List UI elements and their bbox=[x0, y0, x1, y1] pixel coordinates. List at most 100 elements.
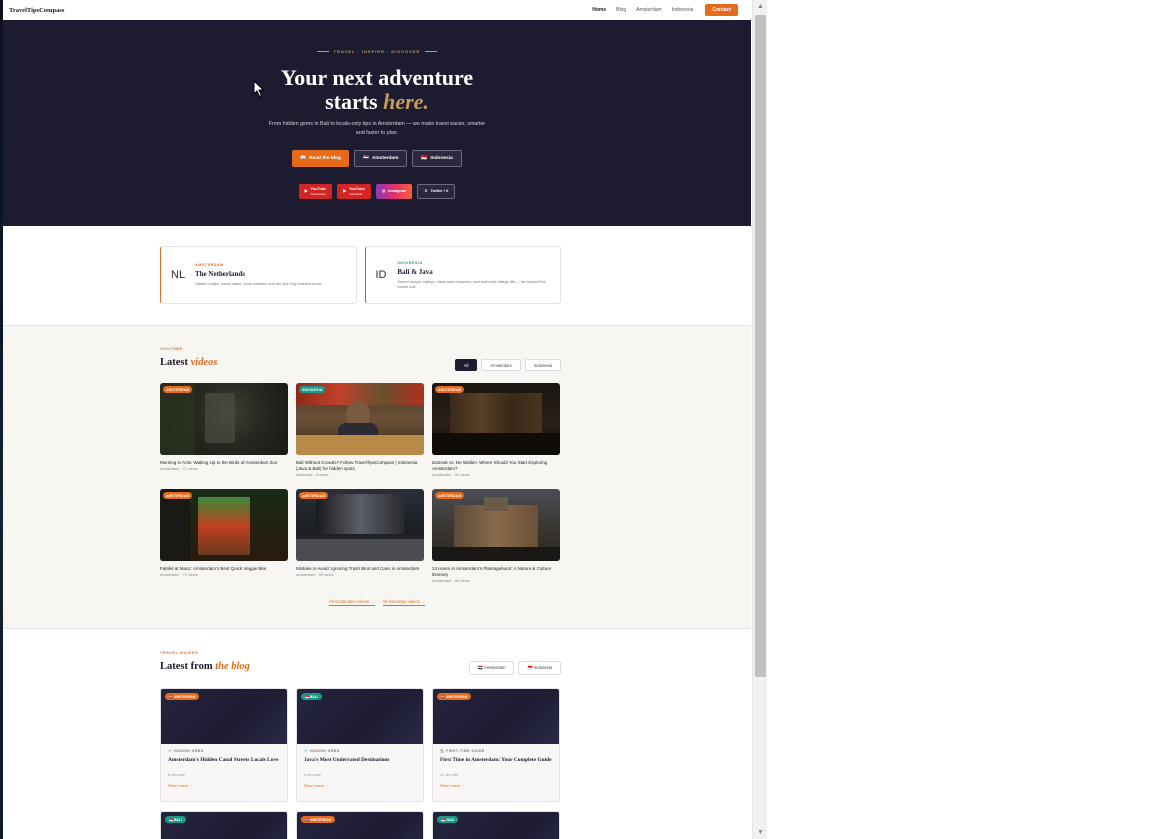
blog-card[interactable]: 🇳🇱 AMSTERDAM 💎 HIDDEN GEMS Amsterdam's H… bbox=[160, 688, 288, 802]
videos-eyebrow: YOUTUBE bbox=[160, 347, 183, 351]
blog-badge: 🇮🇩 JAVA bbox=[437, 816, 459, 823]
blog-filter-indonesia[interactable]: 🇮🇩 Indonesia bbox=[518, 661, 561, 675]
social-label: Instagram bbox=[388, 189, 407, 194]
nav-indonesia[interactable]: Indonesia bbox=[672, 7, 694, 13]
hero-cta-row: 📖 Read the blog 🇳🇱 Amsterdam 🇮🇩 Indonesia bbox=[3, 150, 751, 167]
youtube-amsterdam-link[interactable]: ▶ YouTube Amsterdam bbox=[298, 184, 333, 199]
mouse-cursor-icon bbox=[253, 80, 265, 98]
contact-button[interactable]: Contact bbox=[705, 4, 738, 16]
video-title[interactable]: Falafel at Maoz: Amsterdam's Best Quick … bbox=[160, 566, 288, 572]
video-thumbnail[interactable]: AMSTERDAM bbox=[432, 489, 560, 561]
blog-badge: 🇳🇱 AMSTERDAM bbox=[165, 693, 200, 700]
video-meta: Amsterdam · 71 views bbox=[160, 467, 198, 471]
page-viewport: TravelTipsCompass Home Blog Amsterdam In… bbox=[3, 0, 751, 839]
all-videos-links: All Amsterdam videos → All Indonesia vid… bbox=[3, 599, 751, 606]
youtube-indonesia-link[interactable]: ▶ YouTube Indonesia bbox=[337, 184, 371, 199]
blog-body: 💎 HIDDEN GEMS Java's Most Underrated Des… bbox=[297, 744, 423, 801]
video-card[interactable]: AMSTERDAM Damrak vs. De Wallen: Where Sh… bbox=[432, 383, 560, 489]
blog-eyebrow: TRAVEL GUIDES bbox=[160, 651, 199, 655]
video-filters: All Amsterdam Indonesia bbox=[454, 359, 561, 371]
video-title[interactable]: 24 Hours in Amsterdam's Plantagebuurt: A… bbox=[432, 566, 560, 578]
blog-thumbnail: 🇳🇱 AMSTERDAM bbox=[297, 812, 423, 839]
video-title[interactable]: Bali Without Crowds? Follow TravelTipsCo… bbox=[296, 460, 424, 472]
videos-title-highlight: videos bbox=[190, 357, 218, 368]
video-badge: INDONESIA bbox=[299, 386, 326, 393]
read-blog-button[interactable]: 📖 Read the blog bbox=[292, 150, 349, 167]
blog-badge: 🇳🇱 AMSTERDAM bbox=[301, 816, 336, 823]
instagram-link[interactable]: ◎ Instagram bbox=[375, 184, 413, 199]
blog-title-text: Latest from bbox=[160, 661, 216, 672]
blog-filter-amsterdam[interactable]: 🇳🇱 Amsterdam bbox=[468, 661, 515, 675]
hero-subtitle: From hidden gems in Bali to locals-only … bbox=[268, 121, 486, 136]
all-amsterdam-videos-link[interactable]: All Amsterdam videos → bbox=[328, 599, 375, 606]
blog-title[interactable]: Amsterdam's Hidden Canal Streets Locals … bbox=[168, 757, 280, 771]
all-indonesia-videos-link[interactable]: All Indonesia videos → bbox=[382, 599, 426, 606]
video-meta: Indonesia · 8 views bbox=[296, 473, 329, 477]
video-title[interactable]: Morning in Artis: Waking Up to the Birds… bbox=[160, 460, 288, 466]
filter-indonesia[interactable]: Indonesia bbox=[524, 359, 561, 371]
hero-section: TRAVEL · INSPIRE · DISCOVER Your next ad… bbox=[3, 20, 751, 226]
amsterdam-button[interactable]: 🇳🇱 Amsterdam bbox=[353, 150, 408, 167]
top-nav: TravelTipsCompass Home Blog Amsterdam In… bbox=[3, 0, 751, 20]
vertical-scrollbar[interactable]: ▲ ▼ bbox=[752, 0, 767, 839]
filter-all[interactable]: All bbox=[454, 359, 478, 371]
scroll-down-icon[interactable]: ▼ bbox=[756, 828, 765, 837]
nav-amsterdam[interactable]: Amsterdam bbox=[636, 7, 662, 13]
video-thumbnail[interactable]: AMSTERDAM bbox=[296, 489, 424, 561]
read-more-link[interactable]: Read more → bbox=[440, 783, 552, 788]
blog-card[interactable]: 🇳🇱 AMSTERDAM bbox=[296, 811, 424, 839]
amsterdam-label: Amsterdam bbox=[371, 156, 399, 161]
country-code: ID bbox=[375, 269, 387, 281]
video-thumbnail[interactable]: AMSTERDAM bbox=[160, 383, 288, 455]
blog-card[interactable]: 🇮🇩 JAVA bbox=[432, 811, 560, 839]
blog-grid: 🇳🇱 AMSTERDAM 💎 HIDDEN GEMS Amsterdam's H… bbox=[160, 688, 561, 839]
video-thumbnail[interactable]: INDONESIA bbox=[296, 383, 424, 455]
blog-thumbnail: 🇳🇱 AMSTERDAM bbox=[161, 689, 287, 744]
video-card[interactable]: AMSTERDAM Morning in Artis: Waking Up to… bbox=[160, 383, 288, 489]
nav-blog[interactable]: Blog bbox=[616, 7, 626, 13]
blog-thumbnail: 🇳🇱 AMSTERDAM bbox=[433, 689, 559, 744]
twitter-link[interactable]: ✕ Twitter / X bbox=[417, 184, 456, 199]
video-card[interactable]: AMSTERDAM 24 Hours in Amsterdam's Planta… bbox=[432, 489, 560, 595]
video-card[interactable]: AMSTERDAM Falafel at Maoz: Amsterdam's B… bbox=[160, 489, 288, 595]
video-thumbnail[interactable]: AMSTERDAM bbox=[160, 489, 288, 561]
video-badge: AMSTERDAM bbox=[435, 492, 465, 499]
filter-amsterdam[interactable]: Amsterdam bbox=[481, 359, 521, 371]
blog-title[interactable]: Java's Most Underrated Destinations bbox=[304, 757, 416, 771]
destination-card-id[interactable]: ID INDONESIA Bali & Java Secret temple v… bbox=[364, 246, 561, 304]
video-thumbnail[interactable]: AMSTERDAM bbox=[432, 383, 560, 455]
blog-badge: 🇮🇩 BALI bbox=[165, 816, 186, 823]
video-title[interactable]: Damrak vs. De Wallen: Where Should You S… bbox=[432, 460, 560, 472]
blog-thumbnail: 🇮🇩 BALI bbox=[297, 689, 423, 744]
read-time: 8 min read bbox=[168, 773, 185, 777]
video-card[interactable]: INDONESIA Bali Without Crowds? Follow Tr… bbox=[296, 383, 424, 489]
read-blog-label: Read the blog bbox=[309, 156, 341, 161]
indonesia-button[interactable]: 🇮🇩 Indonesia bbox=[412, 150, 462, 167]
blog-card[interactable]: 🇮🇩 BALI bbox=[160, 811, 288, 839]
social-sub: Amsterdam bbox=[310, 191, 326, 196]
video-card[interactable]: AMSTERDAM Mistake to Avoid: Ignoring Tra… bbox=[296, 489, 424, 595]
blog-card[interactable]: 🇮🇩 BALI 💎 HIDDEN GEMS Java's Most Underr… bbox=[296, 688, 424, 802]
scrollbar-thumb[interactable] bbox=[755, 15, 766, 677]
hero-title-line1: Your next adventure bbox=[280, 65, 474, 90]
destination-card-nl[interactable]: NL AMSTERDAM The Netherlands Hidden hofj… bbox=[160, 246, 357, 304]
brand-logo[interactable]: TravelTipsCompass bbox=[9, 7, 64, 14]
scroll-up-icon[interactable]: ▲ bbox=[756, 2, 765, 11]
read-more-link[interactable]: Read more → bbox=[168, 783, 280, 788]
blog-body: 🏠 FIRST-TIME GUIDE First Time in Amsterd… bbox=[433, 744, 559, 801]
read-more-link[interactable]: Read more → bbox=[304, 783, 416, 788]
video-badge: AMSTERDAM bbox=[299, 492, 329, 499]
blog-category: 🏠 FIRST-TIME GUIDE bbox=[440, 749, 485, 753]
video-meta: Amsterdam · 90 views bbox=[432, 473, 470, 477]
hero-title: Your next adventure starts here. bbox=[3, 66, 751, 114]
social-label: YouTube bbox=[310, 187, 327, 192]
blog-title-highlight: the blog bbox=[215, 661, 250, 672]
hero-title-highlight: here. bbox=[383, 89, 429, 114]
social-sub: Indonesia bbox=[349, 191, 363, 196]
nav-home[interactable]: Home bbox=[592, 7, 606, 13]
video-meta: Amsterdam · 71 views bbox=[160, 573, 198, 577]
blog-title[interactable]: First Time in Amsterdam: Your Complete G… bbox=[440, 757, 552, 771]
blog-title: Latest from the blog bbox=[160, 661, 250, 672]
video-title[interactable]: Mistake to Avoid: Ignoring Trash Bins an… bbox=[296, 566, 424, 572]
blog-card[interactable]: 🇳🇱 AMSTERDAM 🏠 FIRST-TIME GUIDE First Ti… bbox=[432, 688, 560, 802]
